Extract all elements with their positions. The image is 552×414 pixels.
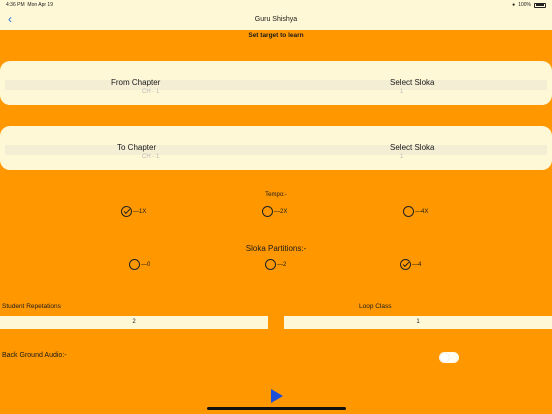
page-subtitle: Set target to learn	[248, 32, 304, 39]
partition-option-0[interactable]: —0	[129, 259, 150, 270]
partition-option-4[interactable]: —4	[400, 259, 421, 270]
from-sloka-label: Select Sloka	[390, 78, 435, 87]
loop-class-label: Loop Class	[359, 303, 392, 310]
toggle-knob	[440, 353, 449, 362]
chevron-left-icon[interactable]: ‹	[8, 10, 12, 29]
radio-checked-icon[interactable]	[400, 259, 411, 270]
battery-icon	[534, 2, 546, 8]
from-sloka-value[interactable]: 1	[400, 88, 403, 96]
picker-strip[interactable]	[5, 80, 547, 90]
to-sloka-label: Select Sloka	[390, 143, 435, 152]
tempo-option-4x[interactable]: —4X	[403, 206, 428, 217]
radio-unchecked-icon[interactable]	[403, 206, 414, 217]
status-bar: 4:36 PM Mon Apr 19 ● 100%	[0, 0, 552, 10]
radio-unchecked-icon[interactable]	[265, 259, 276, 270]
background-audio-toggle[interactable]	[439, 352, 459, 363]
loop-class-field[interactable]: 1	[284, 316, 552, 329]
background-audio-label: Back Ground Audio:-	[2, 352, 67, 359]
student-repetitions-field[interactable]: 2	[0, 316, 268, 329]
radio-checked-icon[interactable]	[121, 206, 132, 217]
from-card: From Chapter CH - 1 Select Sloka 1	[0, 61, 552, 105]
to-card: To Chapter CH - 1 Select Sloka 1	[0, 126, 552, 170]
partitions-label: Sloka Partitions:-	[245, 244, 307, 253]
to-sloka-value[interactable]: 1	[400, 153, 403, 161]
battery-percent: 100%	[518, 2, 531, 8]
tempo-option-2x[interactable]: —2X	[262, 206, 287, 217]
wifi-icon: ●	[512, 2, 516, 8]
student-repetitions-label: Student Repetations	[2, 303, 61, 310]
from-chapter-label: From Chapter	[111, 78, 161, 87]
tempo-option-1x[interactable]: —1X	[121, 206, 146, 217]
status-time: 4:36 PM Mon Apr 19	[6, 2, 53, 8]
tempo-label: Tempo:-	[265, 192, 287, 198]
page-title: Guru Shishya	[254, 16, 298, 23]
picker-strip[interactable]	[5, 145, 547, 155]
play-icon[interactable]	[271, 389, 283, 403]
radio-unchecked-icon[interactable]	[129, 259, 140, 270]
nav-bar: ‹ Guru Shishya	[0, 10, 552, 30]
partition-option-2[interactable]: —2	[265, 259, 286, 270]
from-chapter-value[interactable]: CH - 1	[142, 88, 159, 96]
to-chapter-value[interactable]: CH - 1	[142, 153, 159, 161]
to-chapter-label: To Chapter	[117, 143, 157, 152]
radio-unchecked-icon[interactable]	[262, 206, 273, 217]
status-right: ● 100%	[512, 0, 546, 10]
home-indicator[interactable]	[207, 407, 346, 410]
